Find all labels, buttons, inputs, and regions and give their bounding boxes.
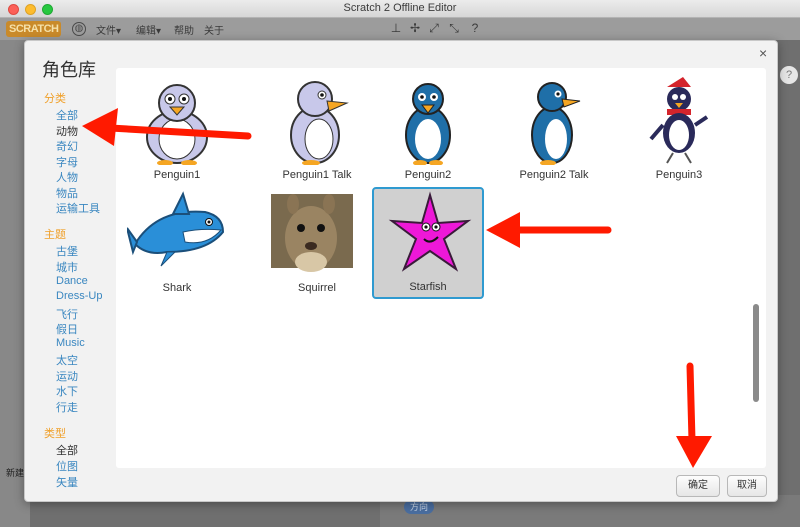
cancel-button[interactable]: 取消 bbox=[727, 475, 767, 497]
theme-dress-up[interactable]: Dress-Up bbox=[56, 290, 102, 302]
globe-icon[interactable]: ◍ bbox=[72, 22, 86, 36]
penguin-icon bbox=[531, 82, 581, 165]
theme-heading: 主题 bbox=[44, 229, 66, 241]
category-animals[interactable]: 动物 bbox=[56, 123, 78, 139]
sprite-tile-starfish[interactable]: Starfish bbox=[372, 187, 484, 299]
help-tool-icon[interactable]: ? bbox=[468, 21, 482, 35]
sprite-label: Penguin1 Talk bbox=[282, 169, 352, 181]
sprite-tile-penguin1-talk[interactable]: Penguin1 Talk bbox=[261, 77, 373, 189]
penguin-icon bbox=[405, 83, 451, 165]
type-heading: 类型 bbox=[44, 428, 66, 440]
sprite-label: Penguin3 bbox=[655, 169, 703, 181]
type-vector[interactable]: 矢量 bbox=[56, 474, 78, 490]
menu-bar: SCRATCH ◍ 文件▾ 编辑▾ 帮助 关于 ⊥ ✢ ⤢ ⤡ ? bbox=[0, 18, 800, 40]
menu-file[interactable]: 文件▾ bbox=[96, 22, 121, 37]
category-transportation[interactable]: 运输工具 bbox=[56, 200, 100, 216]
category-all[interactable]: 全部 bbox=[56, 107, 78, 123]
penguin-icon bbox=[290, 81, 349, 165]
help-icon[interactable]: ? bbox=[780, 66, 798, 84]
shrink-tool-icon[interactable]: ⤡ bbox=[447, 21, 461, 35]
theme-walking[interactable]: 行走 bbox=[56, 399, 78, 415]
squirrel-icon bbox=[271, 194, 353, 272]
theme-dance[interactable]: Dance bbox=[56, 275, 88, 287]
type-bitmap[interactable]: 位图 bbox=[56, 458, 78, 474]
grow-tool-icon[interactable]: ⤢ bbox=[427, 21, 441, 35]
shark-icon bbox=[127, 191, 225, 267]
ok-button[interactable]: 确定 bbox=[676, 475, 720, 497]
category-people[interactable]: 人物 bbox=[56, 169, 78, 185]
theme-space[interactable]: 太空 bbox=[56, 352, 78, 368]
sprite-grid: Penguin1 Penguin1 Talk Penguin2 Penguin2… bbox=[116, 68, 766, 468]
theme-sports[interactable]: 运动 bbox=[56, 368, 78, 384]
category-fantasy[interactable]: 奇幻 bbox=[56, 138, 78, 154]
window-titlebar: Scratch 2 Offline Editor bbox=[0, 0, 800, 18]
sprite-tile-penguin2-talk[interactable]: Penguin2 Talk bbox=[498, 77, 610, 189]
sprite-tile-penguin1[interactable]: Penguin1 bbox=[121, 77, 233, 189]
category-letters[interactable]: 字母 bbox=[56, 154, 78, 170]
menu-about[interactable]: 关于 bbox=[204, 22, 224, 37]
theme-city[interactable]: 城市 bbox=[56, 259, 78, 275]
theme-music[interactable]: Music bbox=[56, 337, 85, 349]
direction-block: 方向 bbox=[404, 500, 434, 514]
sprite-label: Shark bbox=[162, 282, 192, 294]
menu-help[interactable]: 帮助 bbox=[174, 22, 194, 37]
sprite-label: Starfish bbox=[409, 281, 447, 293]
starfish-icon bbox=[388, 191, 472, 272]
theme-castle[interactable]: 古堡 bbox=[56, 243, 78, 259]
scrollbar-thumb[interactable] bbox=[753, 304, 759, 402]
penguin-icon bbox=[649, 77, 709, 164]
sprite-label: Squirrel bbox=[298, 282, 336, 294]
sprite-tile-penguin2[interactable]: Penguin2 bbox=[372, 77, 484, 189]
sprite-label: Penguin1 bbox=[153, 169, 201, 181]
category-heading: 分类 bbox=[44, 93, 66, 105]
sprite-tile-shark[interactable]: Shark bbox=[121, 190, 233, 302]
new-sprite-label: 新建 bbox=[6, 468, 25, 478]
cut-tool-icon[interactable]: ✢ bbox=[408, 21, 422, 35]
sprite-label: Penguin2 Talk bbox=[519, 169, 589, 181]
dialog-title: 角色库 bbox=[42, 60, 96, 80]
sprite-tile-penguin3[interactable]: Penguin3 bbox=[623, 77, 735, 189]
sprite-label: Penguin2 bbox=[404, 169, 452, 181]
type-all[interactable]: 全部 bbox=[56, 442, 78, 458]
theme-underwater[interactable]: 水下 bbox=[56, 383, 78, 399]
theme-holiday[interactable]: 假日 bbox=[56, 321, 78, 337]
sprite-tile-squirrel[interactable]: Squirrel bbox=[261, 190, 373, 302]
penguin-icon bbox=[146, 84, 208, 165]
scratch-logo[interactable]: SCRATCH bbox=[6, 21, 62, 37]
close-icon[interactable]: × bbox=[759, 45, 767, 61]
vertical-scrollbar[interactable] bbox=[753, 74, 760, 460]
theme-flying[interactable]: 飞行 bbox=[56, 306, 78, 322]
window-title: Scratch 2 Offline Editor bbox=[343, 2, 457, 14]
category-things[interactable]: 物品 bbox=[56, 185, 78, 201]
sprite-library-dialog: 角色库 × 分类 全部 动物 奇幻 字母 人物 物品 运输工具 主题 古堡 城市… bbox=[24, 40, 778, 502]
menu-edit[interactable]: 编辑▾ bbox=[136, 22, 161, 37]
stamp-tool-icon[interactable]: ⊥ bbox=[389, 21, 403, 35]
